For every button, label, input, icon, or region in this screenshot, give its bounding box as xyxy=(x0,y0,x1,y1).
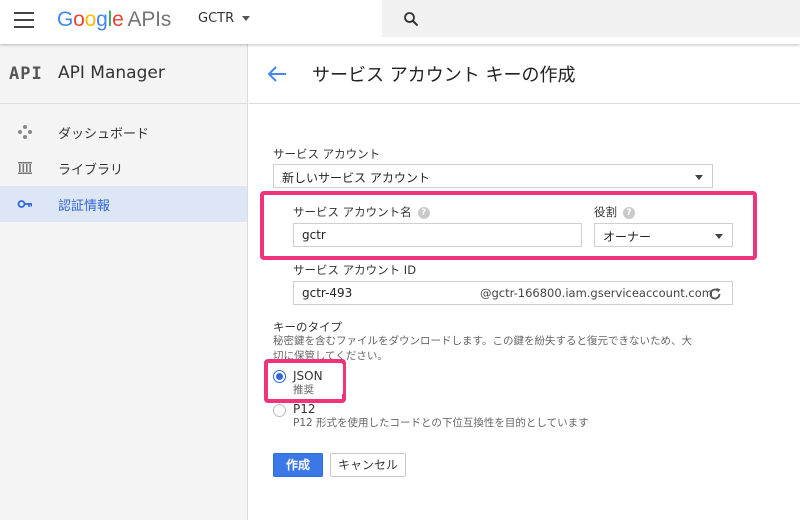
account-id-value: gctr-493 xyxy=(302,286,353,300)
account-name-label: サービス アカウント名? xyxy=(293,204,430,220)
search-icon xyxy=(404,12,419,27)
search-bar[interactable] xyxy=(382,0,800,37)
google-apis-logo[interactable]: Google APIs xyxy=(57,8,171,32)
chevron-down-icon xyxy=(242,16,251,21)
logo-apis: APIs xyxy=(127,8,172,31)
role-value: オーナー xyxy=(603,230,652,244)
service-account-select[interactable]: 新しいサービス アカウント xyxy=(273,164,713,188)
key-icon xyxy=(17,200,33,208)
main-content: サービス アカウント キーの作成 サービス アカウント 新しいサービス アカウン… xyxy=(249,44,800,520)
role-select[interactable]: オーナー xyxy=(594,223,733,247)
project-name: GCTR xyxy=(198,11,235,26)
dashboard-icon xyxy=(18,125,32,139)
account-name-label-text: サービス アカウント名 xyxy=(293,205,412,219)
project-selector[interactable]: GCTR xyxy=(198,11,251,26)
account-id-label: サービス アカウント ID xyxy=(293,263,417,277)
cancel-button[interactable]: キャンセル xyxy=(330,453,406,477)
sidebar-title: API Manager xyxy=(58,63,165,83)
library-icon xyxy=(18,162,32,174)
sidebar: API API Manager ダッシュボード ライブラリ 認証情報 xyxy=(0,44,248,520)
json-radio[interactable] xyxy=(273,370,286,383)
page-title: サービス アカウント キーの作成 xyxy=(312,65,576,86)
menu-icon[interactable] xyxy=(14,12,34,28)
back-arrow-icon[interactable] xyxy=(267,66,287,82)
account-name-value: gctr xyxy=(302,228,326,242)
sidebar-item-label: ライブラリ xyxy=(58,163,124,178)
top-bar: Google APIs GCTR xyxy=(0,0,800,44)
help-icon[interactable]: ? xyxy=(417,206,430,219)
service-account-value: 新しいサービス アカウント xyxy=(282,171,430,185)
refresh-icon[interactable] xyxy=(708,287,722,301)
sidebar-item-label: 認証情報 xyxy=(58,199,111,214)
account-name-input[interactable]: gctr xyxy=(293,223,582,247)
dropdown-arrow-icon xyxy=(695,175,703,180)
sidebar-item-label: ダッシュボード xyxy=(58,127,150,142)
sidebar-item-dashboard[interactable]: ダッシュボード xyxy=(0,114,247,150)
p12-radio[interactable] xyxy=(273,404,286,417)
account-id-domain: @gctr-166800.iam.gserviceaccount.com xyxy=(480,286,713,300)
page-header: サービス アカウント キーの作成 xyxy=(249,44,800,104)
create-button[interactable]: 作成 xyxy=(273,453,323,477)
role-label-text: 役割 xyxy=(594,205,617,219)
api-icon: API xyxy=(9,64,43,84)
p12-sub-label: P12 形式を使用したコードとの下位互換性を目的としています xyxy=(293,417,589,429)
sidebar-item-credentials[interactable]: 認証情報 xyxy=(0,186,247,222)
key-type-desc-1: 秘密鍵を含むファイルをダウンロードします。この鍵を紛失すると復元できないため、大 xyxy=(273,335,692,347)
help-icon[interactable]: ? xyxy=(623,206,635,219)
key-type-label: キーのタイプ xyxy=(273,320,342,334)
account-id-input[interactable]: gctr-493 @gctr-166800.iam.gserviceaccoun… xyxy=(293,281,733,305)
logo-google: Google xyxy=(57,8,124,31)
service-account-label: サービス アカウント xyxy=(273,147,381,161)
json-sub-label: 推奨 xyxy=(293,384,314,396)
json-label: JSON xyxy=(293,369,323,383)
sidebar-item-library[interactable]: ライブラリ xyxy=(0,150,247,186)
sidebar-header: API API Manager xyxy=(0,44,247,104)
role-label: 役割? xyxy=(594,204,635,220)
p12-label: P12 xyxy=(293,402,316,416)
dropdown-arrow-icon xyxy=(715,234,723,239)
